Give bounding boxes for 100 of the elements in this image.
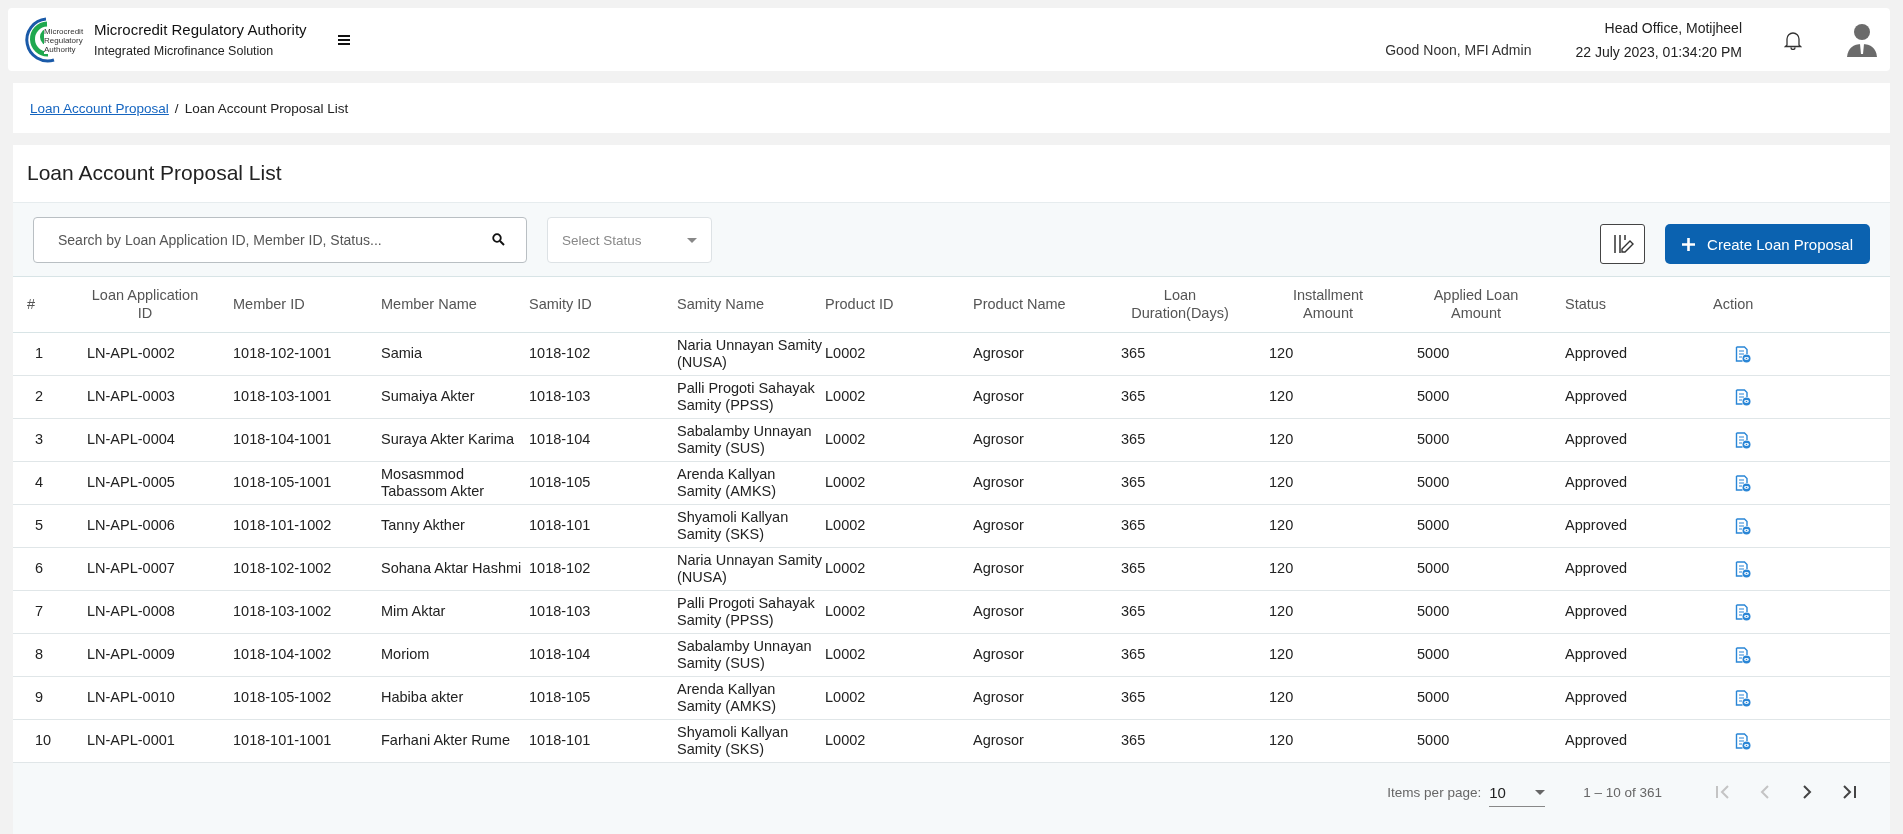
org-subtitle: Integrated Microfinance Solution: [94, 44, 275, 58]
table-cell-text: Habiba akter: [381, 689, 465, 707]
view-button[interactable]: [1735, 732, 1751, 750]
date-time: 22 July 2023, 01:34:20 PM: [1575, 43, 1742, 60]
table-cell-text: 120: [1269, 732, 1295, 750]
table-cell-text: Agrosor: [973, 388, 1025, 406]
view-document-icon: [1735, 388, 1751, 406]
column-header: Samity Name: [677, 295, 766, 314]
column-header: Applied Loan Amount: [1432, 287, 1520, 322]
table-cell-text: 1018-104: [529, 646, 592, 664]
table-cell-text: 1018-105-1002: [233, 689, 333, 707]
org-name: Microcredit Regulatory Authority: [94, 21, 307, 38]
breadcrumb-current: Loan Account Proposal List: [184, 100, 349, 116]
table-cell-text: Approved: [1565, 517, 1629, 535]
view-button[interactable]: [1735, 388, 1751, 406]
breadcrumb-link[interactable]: Loan Account Proposal: [30, 100, 169, 116]
table-cell-text: 5000: [1417, 474, 1451, 492]
table-cell-text: L0002: [825, 474, 867, 492]
row-number: 3: [34, 431, 45, 449]
table-cell-text: 1018-102-1001: [233, 345, 333, 363]
table-cell-text: LN-APL-0001: [87, 732, 176, 750]
table-cell-text: Approved: [1565, 560, 1629, 578]
view-document-icon: [1735, 732, 1751, 750]
table-cell-text: Suraya Akter Karima: [381, 431, 515, 449]
table-cell-text: 120: [1269, 431, 1295, 449]
columns-pencil-icon: [1611, 233, 1634, 255]
view-button[interactable]: [1735, 646, 1751, 664]
table-cell-text: Agrosor: [973, 431, 1025, 449]
table-cell-text: Palli Progoti Sahayak Samity (PPSS): [677, 594, 816, 630]
column-header: Samity ID: [529, 295, 593, 314]
table-cell-text: 365: [1121, 517, 1147, 535]
table-cell-text: Approved: [1565, 603, 1629, 621]
table-cell-text: Mosasmmod Tabassom Akter: [381, 465, 486, 501]
table-cell-text: 1018-105: [529, 689, 592, 707]
table-cell-text: 1018-105: [529, 474, 592, 492]
breadcrumb-separator: /: [174, 100, 179, 116]
column-header: Member Name: [381, 295, 478, 314]
table-cell-text: Approved: [1565, 646, 1629, 664]
table-cell-text: Sabalamby Unnayan Samity (SUS): [677, 422, 813, 458]
table-cell-text: L0002: [825, 732, 867, 750]
table-cell-text: 5000: [1417, 560, 1451, 578]
table-cell-text: LN-APL-0002: [87, 345, 176, 363]
row-number: 5: [34, 517, 45, 535]
table-cell-text: 365: [1121, 474, 1147, 492]
view-button[interactable]: [1735, 689, 1751, 707]
user-avatar-icon[interactable]: [1846, 21, 1878, 58]
table-cell-text: 5000: [1417, 689, 1451, 707]
column-header: #: [27, 295, 37, 314]
view-document-icon: [1735, 474, 1751, 492]
search-field[interactable]: Search by Loan Application ID, Member ID, Status...: [33, 217, 527, 263]
status-select[interactable]: Select Status: [547, 217, 712, 263]
table-cell-text: Agrosor: [973, 517, 1025, 535]
table-cell-text: Sumaiya Akter: [381, 388, 476, 406]
table-cell-text: 365: [1121, 689, 1147, 707]
table-cell-text: 1018-103-1001: [233, 388, 333, 406]
create-loan-proposal-button[interactable]: Create Loan Proposal: [1665, 224, 1870, 264]
column-header: Installment Amount: [1291, 287, 1365, 322]
column-header: Member ID: [233, 295, 306, 314]
view-button[interactable]: [1735, 345, 1751, 363]
view-document-icon: [1735, 431, 1751, 449]
table-cell-text: 1018-101-1002: [233, 517, 333, 535]
plus-icon: [1682, 237, 1696, 251]
table-cell-text: LN-APL-0005: [87, 474, 176, 492]
logo-text: Microcredit: [44, 27, 84, 36]
view-document-icon: [1735, 345, 1751, 363]
table-cell-text: Approved: [1565, 431, 1629, 449]
table-cell-text: Samia: [381, 345, 424, 363]
table-cell-text: Agrosor: [973, 732, 1025, 750]
table-cell-text: Agrosor: [973, 474, 1025, 492]
table-cell-text: LN-APL-0010: [87, 689, 176, 707]
column-edit-button[interactable]: [1600, 224, 1646, 264]
table-cell-text: Agrosor: [973, 603, 1025, 621]
view-button[interactable]: [1735, 431, 1751, 449]
table-cell-text: 365: [1121, 603, 1147, 621]
table-cell-text: LN-APL-0007: [87, 560, 176, 578]
bell-icon[interactable]: [1784, 29, 1802, 50]
view-button[interactable]: [1735, 474, 1751, 492]
search-icon: [492, 233, 505, 246]
table-cell-text: 1018-102: [529, 345, 592, 363]
table-cell-text: Arenda Kallyan Samity (AMKS): [677, 465, 778, 501]
table-cell-text: 120: [1269, 560, 1295, 578]
column-header: Action: [1713, 295, 1755, 314]
table-cell-text: 5000: [1417, 431, 1451, 449]
table-cell-text: LN-APL-0003: [87, 388, 176, 406]
view-button[interactable]: [1735, 517, 1751, 535]
table-cell-text: 1018-105-1001: [233, 474, 333, 492]
table-cell-text: 1018-103-1002: [233, 603, 333, 621]
table-cell-text: L0002: [825, 345, 867, 363]
logo-text: Authority: [44, 45, 76, 54]
row-number: 6: [34, 560, 45, 578]
page-size-select[interactable]: 10: [1489, 783, 1546, 807]
table-cell-text: 5000: [1417, 603, 1451, 621]
table-cell-text: 5000: [1417, 388, 1451, 406]
menu-icon[interactable]: [336, 33, 351, 46]
table-cell-text: Shyamoli Kallyan Samity (SKS): [677, 723, 790, 759]
column-header: Loan Application ID: [90, 287, 200, 322]
view-button[interactable]: [1735, 560, 1751, 578]
table-cell-text: L0002: [825, 388, 867, 406]
table-cell-text: Arenda Kallyan Samity (AMKS): [677, 680, 778, 716]
view-button[interactable]: [1735, 603, 1751, 621]
